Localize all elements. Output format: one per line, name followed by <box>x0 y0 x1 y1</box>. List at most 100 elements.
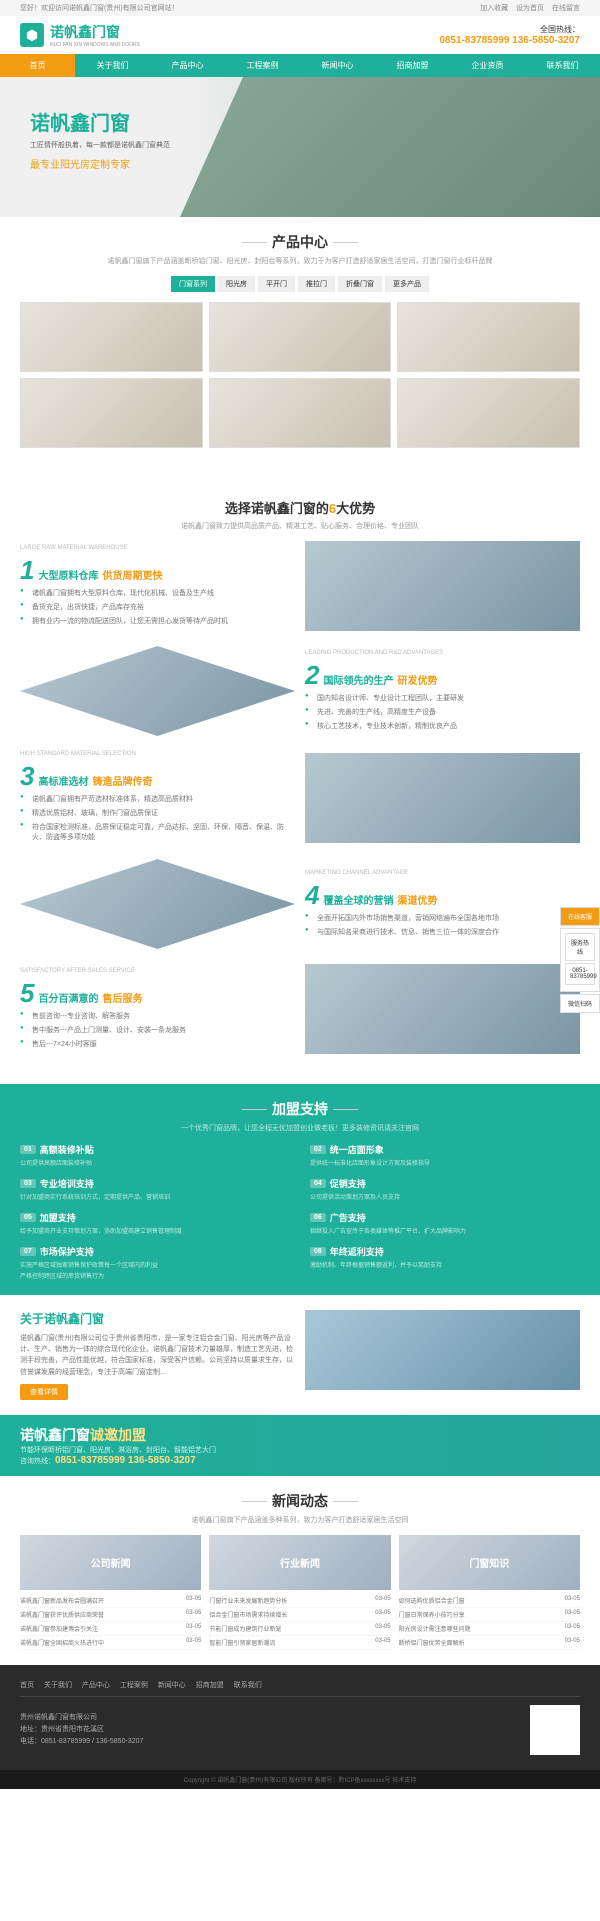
join-item-desc: 激励机制、年终根据销售额返利，并予以奖励支持 <box>310 1260 580 1269</box>
fnav-5[interactable]: 招商加盟 <box>196 1682 224 1689</box>
adv-image <box>305 964 580 1054</box>
float-tel[interactable]: 服务热线0851-83785999 <box>560 928 600 992</box>
tab-5[interactable]: 更多产品 <box>385 276 429 292</box>
footer-nav: 首页 关于我们 产品中心 工程案例 新闻中心 招商加盟 联系我们 <box>20 1680 580 1697</box>
join-item-title: 06广告支持 <box>310 1211 580 1224</box>
product-grid <box>20 302 580 448</box>
advantage-section: 选择诺帆鑫门窗的6大优势 诺帆鑫门窗致力提供高品质产品、精湛工艺、贴心服务、合理… <box>0 463 600 1084</box>
join-item: 02统一店面形象提供统一标准化店面形象设计方案及装修指导 <box>310 1143 580 1167</box>
footer-addr: 地址：贵州省贵阳市花溪区 <box>20 1724 143 1734</box>
float-wx[interactable]: 微信扫码 <box>560 994 600 1013</box>
about-image <box>305 1310 580 1390</box>
banner-image <box>180 77 600 217</box>
about-title: 关于诺帆鑫门窗 <box>20 1310 295 1327</box>
adv-heading: 3高标准选材铸造品牌传奇 <box>20 761 295 792</box>
product-item[interactable] <box>20 302 203 372</box>
logo-icon: ⬢ <box>20 23 44 47</box>
product-item[interactable] <box>209 378 392 448</box>
tab-2[interactable]: 平开门 <box>258 276 295 292</box>
join-item: 05加盟支持给予加盟商开业支持策划方案，协助加盟商建立销售管理制度 <box>20 1211 290 1235</box>
header: ⬢ 诺帆鑫门窗 NUO FAN XIN WINDOWS AND DOORS 全国… <box>0 16 600 54</box>
adv-image <box>20 859 295 949</box>
fnav-2[interactable]: 产品中心 <box>82 1682 110 1689</box>
nav-about[interactable]: 关于我们 <box>75 54 150 77</box>
footer: 首页 关于我们 产品中心 工程案例 新闻中心 招商加盟 联系我们 贵州诺帆鑫门窗… <box>0 1665 600 1770</box>
adv-heading: 5百分百满意的售后服务 <box>20 978 295 1009</box>
hotline-number: 0851-83785999 136-5850-3207 <box>439 35 580 46</box>
join-item: 04促销支持公司提供活动策划方案及人员支持 <box>310 1177 580 1201</box>
nav-honor[interactable]: 企业资质 <box>450 54 525 77</box>
nav-cases[interactable]: 工程案例 <box>225 54 300 77</box>
news-section: 新闻动态 诺帆鑫门窗旗下产品涵盖多种系列，致力为客户打造舒适家居生活空间 公司新… <box>0 1476 600 1665</box>
hero-banner: 诺帆鑫门窗 工匠情怀般执着，每一款都是诺帆鑫门窗典范 最专业阳光房定制专家 <box>0 77 600 217</box>
topbar: 您好！欢迎访问诺帆鑫门窗(贵州)有限公司官网站！ 加入收藏 设为首页 在线留言 <box>0 0 600 16</box>
news-item[interactable]: 阳光房设计需注意哪些问题03-05 <box>399 1622 580 1636</box>
link-home[interactable]: 设为首页 <box>516 5 544 12</box>
tab-0[interactable]: 门窗系列 <box>171 276 215 292</box>
qr-code <box>530 1705 580 1755</box>
news-item[interactable]: 门窗日常保养小技巧分享03-05 <box>399 1608 580 1622</box>
news-column: 行业新闻门窗行业未来发展新趋势分析03-05铝合金门窗市场需求持续增长03-05… <box>209 1535 390 1650</box>
adv-row-1: LARGE RAW MATERIAL WAREHOUSE 1大型原料仓库供货周期… <box>20 541 580 631</box>
about-text: 诺帆鑫门窗(贵州)有限公司位于贵州省贵阳市，是一家专注铝合金门窗、阳光房等产品设… <box>20 1333 295 1378</box>
news-cat-image: 公司新闻 <box>20 1535 201 1590</box>
nav-home[interactable]: 首页 <box>0 54 75 77</box>
adv-row-5: SATISFACTORY AFTER SALES SERVICE 5百分百满意的… <box>20 964 580 1054</box>
tab-4[interactable]: 折叠门窗 <box>338 276 382 292</box>
nav-products[interactable]: 产品中心 <box>150 54 225 77</box>
news-item[interactable]: 诺帆鑫门窗全国招商火热进行中03-05 <box>20 1636 201 1650</box>
fnav-6[interactable]: 联系我们 <box>234 1682 262 1689</box>
products-section: 产品中心 诺帆鑫门窗旗下产品涵盖断桥铝门窗、阳光房、封阳台等系列，致力于为客户打… <box>0 217 600 463</box>
logo-slogan: NUO FAN XIN WINDOWS AND DOORS <box>50 42 140 48</box>
news-item[interactable]: 诺帆鑫门窗获评优质供应商荣誉03-05 <box>20 1608 201 1622</box>
tab-3[interactable]: 推拉门 <box>298 276 335 292</box>
news-item[interactable]: 门窗行业未来发展新趋势分析03-05 <box>209 1594 390 1608</box>
news-item[interactable]: 断桥铝门窗优势全面解析03-05 <box>399 1636 580 1650</box>
adv-image <box>305 541 580 631</box>
news-item[interactable]: 如何选购优质铝合金门窗03-05 <box>399 1594 580 1608</box>
nav-join[interactable]: 招商加盟 <box>375 54 450 77</box>
product-item[interactable] <box>20 378 203 448</box>
fnav-3[interactable]: 工程案例 <box>120 1682 148 1689</box>
nav-news[interactable]: 新闻中心 <box>300 54 375 77</box>
news-item[interactable]: 诺帆鑫门窗参加建博会引关注03-05 <box>20 1622 201 1636</box>
link-msg[interactable]: 在线留言 <box>552 5 580 12</box>
nav-contact[interactable]: 联系我们 <box>525 54 600 77</box>
about-section: 关于诺帆鑫门窗 诺帆鑫门窗(贵州)有限公司位于贵州省贵阳市，是一家专注铝合金门窗… <box>0 1295 600 1415</box>
tab-1[interactable]: 阳光房 <box>218 276 255 292</box>
join-item-desc: 相继投入广告宣传于各类媒体等推广平台，扩大品牌影响力 <box>310 1226 580 1235</box>
join-item-title: 02统一店面形象 <box>310 1143 580 1156</box>
adv-sub: 诺帆鑫门窗致力提供高品质产品、精湛工艺、贴心服务、合理价格、专业团队 <box>20 521 580 531</box>
fnav-4[interactable]: 新闻中心 <box>158 1682 186 1689</box>
product-item[interactable] <box>397 378 580 448</box>
join-item-desc2: 严格控制跨区域的串货销售行为 <box>20 1271 290 1280</box>
join-item-desc: 公司提供活动策划方案及人员支持 <box>310 1192 580 1201</box>
fnav-0[interactable]: 首页 <box>20 1682 34 1689</box>
news-item[interactable]: 节能门窗成为建筑行业新宠03-05 <box>209 1622 390 1636</box>
logo[interactable]: ⬢ 诺帆鑫门窗 NUO FAN XIN WINDOWS AND DOORS <box>20 22 140 48</box>
banner-sub: 工匠情怀般执着，每一款都是诺帆鑫门窗典范 <box>30 140 170 150</box>
news-cat-image: 门窗知识 <box>399 1535 580 1590</box>
join-item-desc: 公司提供高额店面装修补贴 <box>20 1158 290 1167</box>
product-item[interactable] <box>209 302 392 372</box>
hotline-label: 全国热线： <box>439 24 580 35</box>
products-title: 产品中心 <box>272 232 328 252</box>
products-desc: 诺帆鑫门窗旗下产品涵盖断桥铝门窗、阳光房、封阳台等系列，致力于为客户打造舒适家居… <box>20 256 580 266</box>
news-item[interactable]: 诺帆鑫门窗新品发布会圆满召开03-05 <box>20 1594 201 1608</box>
banner-tag: 最专业阳光房定制专家 <box>30 156 170 171</box>
banner-title: 诺帆鑫门窗 <box>30 107 170 136</box>
about-more-button[interactable]: 查看详情 <box>20 1384 68 1400</box>
float-qq[interactable]: 在线客服 <box>560 907 600 926</box>
join-item: 01高额装修补贴公司提供高额店面装修补贴 <box>20 1143 290 1167</box>
join-item: 06广告支持相继投入广告宣传于各类媒体等推广平台，扩大品牌影响力 <box>310 1211 580 1235</box>
news-cat-image: 行业新闻 <box>209 1535 390 1590</box>
product-item[interactable] <box>397 302 580 372</box>
news-item[interactable]: 智能门窗引领家居新潮流03-05 <box>209 1636 390 1650</box>
join-item-desc: 实施严格区域独家销售保护政策每一个区域内的利益 <box>20 1260 290 1269</box>
news-title: 新闻动态 <box>272 1491 328 1511</box>
fnav-1[interactable]: 关于我们 <box>44 1682 72 1689</box>
join-item-title: 01高额装修补贴 <box>20 1143 290 1156</box>
cta-title: 诺帆鑫门窗诚邀加盟 <box>20 1425 216 1445</box>
news-item[interactable]: 铝合金门窗市场需求持续增长03-05 <box>209 1608 390 1622</box>
link-fav[interactable]: 加入收藏 <box>480 5 508 12</box>
